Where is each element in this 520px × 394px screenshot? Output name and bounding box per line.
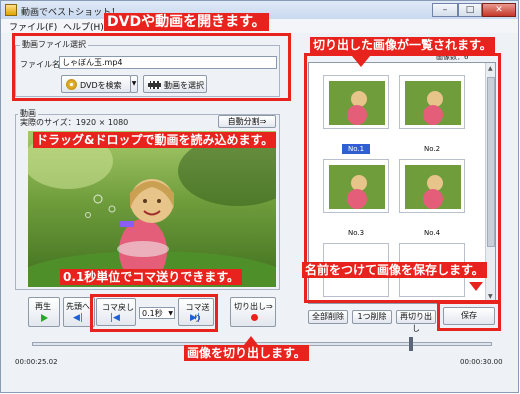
actual-size-value: 1920 × 1080 (75, 118, 129, 127)
step-back-icon: |◀ (110, 313, 120, 323)
actual-size-label-text: 実際のサイズ (20, 118, 68, 127)
actual-size-label: 実際のサイズ：1920 × 1080 (20, 117, 128, 128)
skip-to-start-icon: ◀| (73, 313, 83, 323)
first-frame-button-label: 先頭へ (66, 302, 90, 311)
timeline-end-time: 00:00:30.00 (460, 358, 503, 366)
callout-save-images: 名前をつけて画像を保存します。 (302, 262, 487, 278)
play-icon (41, 314, 48, 322)
menu-help[interactable]: ヘルプ(H) (63, 20, 104, 33)
close-button[interactable]: ✕ (482, 3, 516, 17)
arrow-down-icon (469, 282, 483, 291)
callout-open-dvd: DVDや動画を開きます。 (104, 13, 269, 31)
save-button[interactable]: 保存 (443, 307, 495, 325)
video-frame-image (28, 131, 276, 287)
step-forward-icon: ▶| (190, 313, 200, 323)
cut-out-button-label: 切り出し⇒ (234, 302, 273, 311)
size-colon: ： (67, 118, 76, 127)
play-button[interactable]: 再生 (28, 297, 60, 327)
file-select-highlight (12, 33, 291, 101)
video-preview[interactable] (28, 131, 276, 287)
next-frame-button[interactable]: コマ送り ▶| (178, 298, 214, 326)
arrow-down-icon (352, 56, 370, 67)
step-interval-chevron-down-icon: ▼ (168, 310, 173, 317)
prev-frame-button[interactable]: コマ戻し |◀ (96, 298, 136, 326)
arrow-up-icon (244, 336, 258, 345)
callout-cut-out: 画像を切り出します。 (184, 345, 309, 361)
timeline-thumb[interactable] (409, 337, 413, 351)
auto-split-button[interactable]: 自動分割⇒ (218, 115, 276, 128)
play-button-label: 再生 (35, 302, 51, 311)
maximize-button[interactable]: □ (458, 3, 482, 17)
step-interval-value: 0.1秒 (142, 309, 163, 318)
callout-list-images: 切り出した画像が一覧されます。 (310, 37, 495, 53)
record-dot-icon (251, 314, 258, 321)
recut-button[interactable]: 再切り出し (396, 310, 436, 333)
step-interval-select[interactable]: 0.1秒 ▼ (139, 307, 175, 319)
timeline-start-time: 00:00:25.02 (15, 358, 58, 366)
delete-one-button[interactable]: 1つ削除 (352, 310, 392, 324)
prev-frame-button-label: コマ戻し (102, 303, 134, 312)
delete-all-button[interactable]: 全部削除 (308, 310, 348, 324)
app-icon (5, 4, 17, 16)
minimize-button[interactable]: – (432, 3, 458, 17)
callout-frame-step: 0.1秒単位でコマ送りできます。 (60, 269, 243, 285)
menu-file[interactable]: ファイル(F) (9, 20, 57, 33)
cut-out-button[interactable]: 切り出し⇒ (230, 297, 276, 327)
callout-drag-drop: ドラッグ&ドロップで動画を読み込めます。 (33, 132, 277, 148)
